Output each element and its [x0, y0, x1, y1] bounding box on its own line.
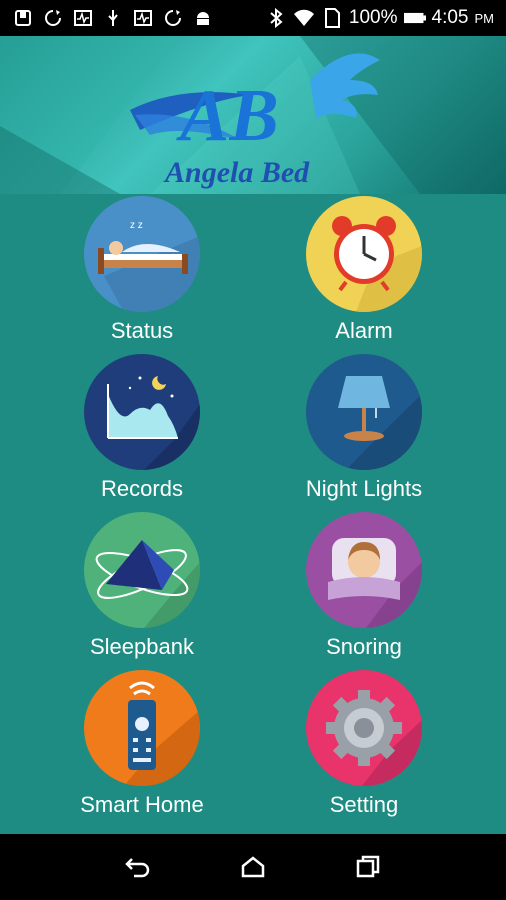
menu-status[interactable]: z z Status: [62, 196, 222, 346]
battery-percent: 100%: [348, 7, 398, 28]
sync-icon: [42, 7, 64, 29]
angela-bed-logo: AB Angela Bed: [130, 53, 380, 189]
battery-icon: [403, 7, 426, 29]
back-icon: [124, 858, 149, 878]
bluetooth-icon: [265, 7, 287, 29]
svg-text:z z: z z: [130, 220, 143, 231]
setting-icon: [306, 670, 422, 786]
wifi-icon: [293, 7, 315, 29]
sleepbank-label: Sleepbank: [90, 634, 194, 659]
usb-icon: [102, 7, 124, 29]
android-icon: [192, 7, 214, 29]
setting-label: Setting: [329, 792, 399, 817]
menu-night-lights[interactable]: Night Lights: [284, 354, 444, 504]
sleepbank-icon: [84, 512, 200, 628]
sd-card-icon: [321, 7, 343, 29]
home-button[interactable]: [233, 847, 273, 887]
records-label: Records: [101, 476, 183, 501]
back-button[interactable]: [118, 847, 158, 887]
home-icon: [241, 856, 265, 878]
snoring-icon: [306, 512, 422, 628]
menu-records[interactable]: Records: [62, 354, 222, 504]
snoring-label: Snoring: [326, 634, 402, 659]
status-label: Status: [110, 318, 174, 343]
pulse-icon: [132, 7, 154, 29]
sim-icon: [12, 7, 34, 29]
logo-monogram: AB: [176, 75, 279, 157]
banner: AB Angela Bed: [0, 36, 506, 194]
menu-snoring[interactable]: Snoring: [284, 512, 444, 662]
night-lights-icon: [306, 354, 422, 470]
nav-bar: [0, 834, 506, 900]
smart-home-icon: [84, 670, 200, 786]
records-icon: [84, 354, 200, 470]
alarm-label: Alarm: [335, 318, 393, 343]
pulse-icon: [72, 7, 94, 29]
night-lights-label: Night Lights: [305, 476, 423, 501]
alarm-icon: [306, 196, 422, 312]
status-icon: z z: [84, 196, 200, 312]
clock-ampm: PM: [474, 10, 495, 26]
smart-home-label: Smart Home: [80, 792, 204, 817]
brand-name: Angela Bed: [163, 156, 310, 189]
menu-smart-home[interactable]: Smart Home: [62, 670, 222, 820]
recents-icon: [357, 855, 380, 878]
menu-sleepbank[interactable]: Sleepbank: [62, 512, 222, 662]
menu-alarm[interactable]: Alarm: [284, 196, 444, 346]
sync-icon: [162, 7, 184, 29]
main-menu: z z Status Alarm Records Night Lights Sl…: [0, 194, 506, 834]
recents-button[interactable]: [348, 847, 388, 887]
clock-time: 4:05: [431, 7, 469, 28]
menu-setting[interactable]: Setting: [284, 670, 444, 820]
status-bar: 100% 4:05 PM: [0, 0, 506, 36]
